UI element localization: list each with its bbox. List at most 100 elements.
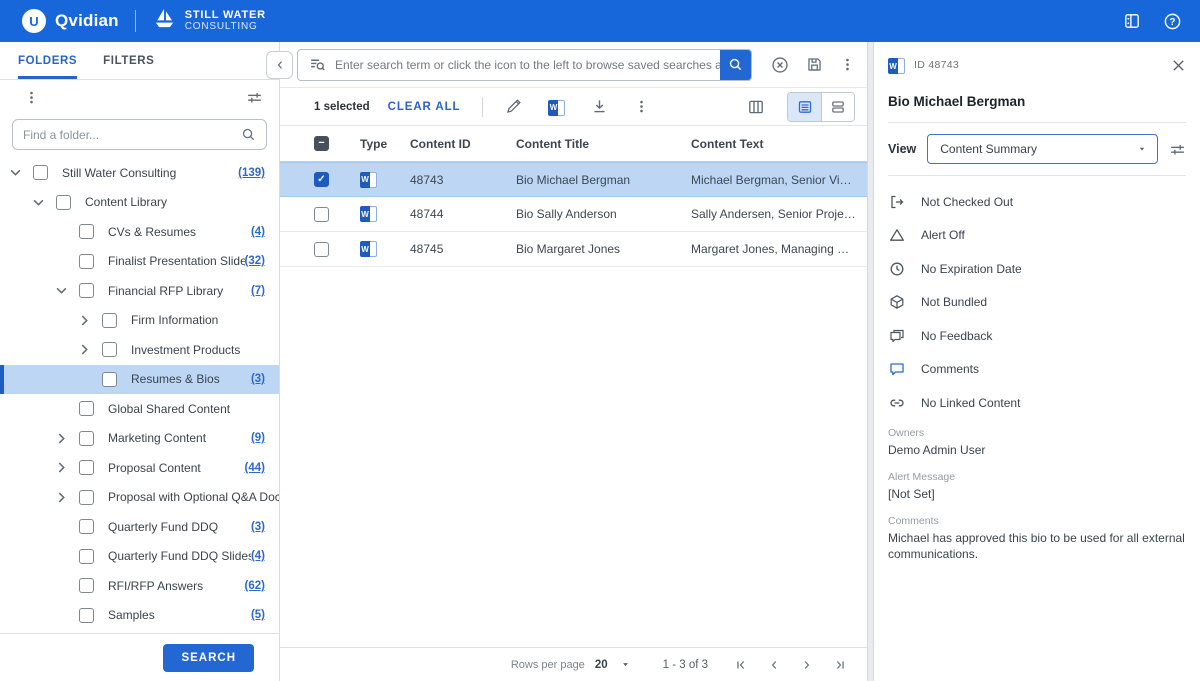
tab-folders[interactable]: FOLDERS: [18, 42, 77, 79]
first-page-icon[interactable]: [734, 658, 748, 672]
folder-tree-item[interactable]: Proposal Content (44): [0, 453, 279, 483]
list-view-button[interactable]: [788, 93, 821, 121]
folder-checkbox[interactable]: [79, 224, 94, 239]
rows-per-page-caret-icon[interactable]: [620, 659, 631, 670]
chevron-right-icon[interactable]: [56, 433, 79, 444]
chevron-right-icon[interactable]: [79, 315, 102, 326]
view-settings-sliders-icon[interactable]: [1169, 141, 1186, 158]
folder-tree-item[interactable]: Investment Products: [0, 335, 279, 365]
save-search-icon[interactable]: [806, 56, 823, 73]
folder-checkbox[interactable]: [102, 313, 117, 328]
folder-tree-item[interactable]: Samples (5): [0, 601, 279, 631]
clear-all-link[interactable]: CLEAR ALL: [388, 101, 461, 113]
close-icon[interactable]: [1171, 58, 1186, 73]
chevron-right-icon[interactable]: [56, 462, 79, 473]
folder-count-link[interactable]: (5): [251, 609, 279, 621]
folder-checkbox[interactable]: [79, 490, 94, 505]
folder-count-link[interactable]: (3): [251, 373, 279, 385]
card-view-button[interactable]: [821, 93, 854, 121]
folder-checkbox[interactable]: [79, 549, 94, 564]
columns-icon[interactable]: [747, 98, 765, 116]
folder-tree-item[interactable]: RFI/RFP Answers (62): [0, 571, 279, 601]
folder-checkbox[interactable]: [79, 254, 94, 269]
chevron-right-icon[interactable]: [79, 344, 102, 355]
qvidian-logo[interactable]: U Qvidian: [22, 9, 119, 33]
topbar-divider: [135, 10, 136, 32]
folder-checkbox[interactable]: [79, 519, 94, 534]
folder-checkbox[interactable]: [79, 578, 94, 593]
folder-count-link[interactable]: (4): [251, 550, 279, 562]
folder-count-link[interactable]: (44): [245, 462, 279, 474]
select-all-checkbox[interactable]: −: [314, 136, 329, 151]
chevron-down-icon[interactable]: [10, 169, 33, 176]
view-select[interactable]: Content Summary: [927, 134, 1158, 164]
folder-count-link[interactable]: (7): [251, 285, 279, 297]
folder-checkbox[interactable]: [102, 342, 117, 357]
tree-filter-sliders-icon[interactable]: [246, 89, 263, 106]
collapse-sidebar-button[interactable]: [266, 51, 293, 79]
status-comments[interactable]: Comments: [888, 353, 1186, 387]
content-search-input[interactable]: [335, 58, 720, 72]
edit-pencil-icon[interactable]: [505, 98, 522, 115]
column-header-content-title[interactable]: Content Title: [516, 137, 691, 151]
folder-checkbox[interactable]: [79, 283, 94, 298]
folder-tree-item[interactable]: Quarterly Fund DDQ Slides (4): [0, 542, 279, 572]
folder-tree-item[interactable]: Still Water Consulting (139): [0, 158, 279, 188]
folder-checkbox[interactable]: [33, 165, 48, 180]
folder-checkbox[interactable]: [79, 608, 94, 623]
help-icon[interactable]: ?: [1162, 11, 1182, 31]
folder-checkbox[interactable]: [56, 195, 71, 210]
run-search-button[interactable]: [720, 49, 751, 81]
actions-kebab-menu-icon[interactable]: [634, 99, 649, 114]
folder-count-link[interactable]: (3): [251, 521, 279, 533]
row-checkbox[interactable]: [314, 242, 329, 257]
chevron-down-icon[interactable]: [56, 287, 79, 294]
search-button[interactable]: SEARCH: [163, 644, 254, 672]
row-checkbox[interactable]: [314, 207, 329, 222]
last-page-icon[interactable]: [833, 658, 847, 672]
download-icon[interactable]: [591, 98, 608, 115]
previous-page-icon[interactable]: [767, 658, 781, 672]
folder-count-link[interactable]: (32): [245, 255, 279, 267]
folder-count-link[interactable]: (9): [251, 432, 279, 444]
folder-count-link[interactable]: (139): [238, 167, 279, 179]
folder-tree-item[interactable]: Global Shared Content: [0, 394, 279, 424]
folder-checkbox[interactable]: [79, 460, 94, 475]
row-checkbox[interactable]: ✓: [314, 172, 329, 187]
folder-count-link[interactable]: (62): [245, 580, 279, 592]
folder-checkbox[interactable]: [79, 431, 94, 446]
rows-per-page-value[interactable]: 20: [595, 659, 608, 671]
apps-panel-icon[interactable]: [1122, 11, 1142, 31]
folder-tree-item[interactable]: Quarterly Fund DDQ (3): [0, 512, 279, 542]
clear-search-icon[interactable]: [771, 56, 789, 74]
folder-checkbox[interactable]: [102, 372, 117, 387]
browse-saved-searches-icon[interactable]: [298, 56, 335, 73]
find-folder-input[interactable]: [23, 128, 241, 142]
word-document-icon[interactable]: W: [548, 97, 565, 116]
folder-tree-item[interactable]: Content Library: [0, 188, 279, 218]
folder-tree-item[interactable]: Proposal with Optional Q&A Doc Type: [0, 483, 279, 513]
column-header-content-id[interactable]: Content ID: [410, 137, 516, 151]
folder-count-link[interactable]: (4): [251, 226, 279, 238]
folder-checkbox[interactable]: [79, 401, 94, 416]
folder-tree-item[interactable]: Finalist Presentation Slides (32): [0, 247, 279, 277]
search-magnifier-icon[interactable]: [241, 127, 256, 142]
table-row[interactable]: W 48745 Bio Margaret Jones Margaret Jone…: [280, 232, 867, 267]
table-row[interactable]: W 48744 Bio Sally Anderson Sally Anderse…: [280, 197, 867, 232]
folder-tree-item[interactable]: CVs & Resumes (4): [0, 217, 279, 247]
sidebar-tabs: FOLDERS FILTERS: [0, 42, 279, 80]
folder-tree-item[interactable]: Marketing Content (9): [0, 424, 279, 454]
next-page-icon[interactable]: [800, 658, 814, 672]
chevron-down-icon[interactable]: [33, 199, 56, 206]
tab-filters[interactable]: FILTERS: [103, 42, 154, 79]
folder-tree-item[interactable]: Firm Information: [0, 306, 279, 336]
search-kebab-menu-icon[interactable]: [840, 57, 855, 72]
kebab-menu-icon[interactable]: [24, 90, 39, 105]
chevron-right-icon[interactable]: [56, 492, 79, 503]
folder-tree-item-selected[interactable]: Resumes & Bios (3): [0, 365, 279, 395]
column-header-type[interactable]: Type: [360, 137, 410, 151]
column-header-content-text[interactable]: Content Text: [691, 137, 867, 151]
panel-resize-divider[interactable]: [867, 42, 874, 681]
folder-tree-item[interactable]: Financial RFP Library (7): [0, 276, 279, 306]
table-row[interactable]: ✓ W 48743 Bio Michael Bergman Michael Be…: [280, 162, 867, 197]
